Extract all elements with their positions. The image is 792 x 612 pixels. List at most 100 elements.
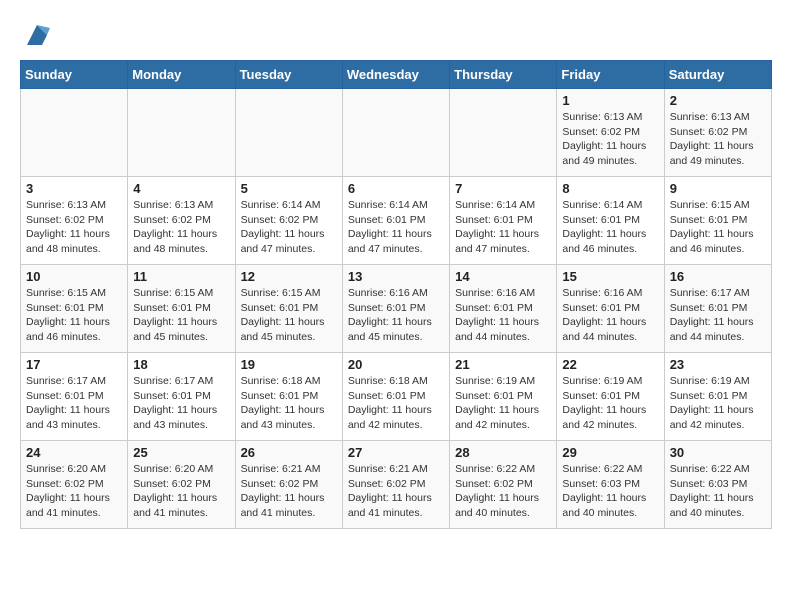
day-info: Sunrise: 6:22 AM Sunset: 6:03 PM Dayligh… — [562, 462, 658, 521]
weekday-header-friday: Friday — [557, 61, 664, 89]
day-info: Sunrise: 6:17 AM Sunset: 6:01 PM Dayligh… — [133, 374, 229, 433]
day-info: Sunrise: 6:14 AM Sunset: 6:01 PM Dayligh… — [348, 198, 444, 257]
day-info: Sunrise: 6:21 AM Sunset: 6:02 PM Dayligh… — [241, 462, 337, 521]
day-number: 26 — [241, 445, 337, 460]
day-number: 7 — [455, 181, 551, 196]
calendar-week-3: 10 Sunrise: 6:15 AM Sunset: 6:01 PM Dayli… — [21, 265, 772, 353]
calendar-cell: 12Sunrise: 6:15 AM Sunset: 6:01 PM Dayli… — [235, 265, 342, 353]
day-info: Sunrise: 6:15 AM Sunset: 6:01 PM Dayligh… — [26, 286, 122, 345]
logo-icon — [22, 20, 52, 50]
day-number: 24 — [26, 445, 122, 460]
weekday-header-thursday: Thursday — [450, 61, 557, 89]
calendar-cell: 11Sunrise: 6:15 AM Sunset: 6:01 PM Dayli… — [128, 265, 235, 353]
calendar-cell: 10 Sunrise: 6:15 AM Sunset: 6:01 PM Dayli… — [21, 265, 128, 353]
day-info: Sunrise: 6:13 AM Sunset: 6:02 PM Dayligh… — [670, 110, 766, 169]
calendar-cell: 16Sunrise: 6:17 AM Sunset: 6:01 PM Dayli… — [664, 265, 771, 353]
calendar-cell: 19 Sunrise: 6:18 AM Sunset: 6:01 PM Dayli… — [235, 353, 342, 441]
day-number: 11 — [133, 269, 229, 284]
calendar-cell: 22 Sunrise: 6:19 AM Sunset: 6:01 PM Dayli… — [557, 353, 664, 441]
day-number: 6 — [348, 181, 444, 196]
day-info: Sunrise: 6:16 AM Sunset: 6:01 PM Dayligh… — [348, 286, 444, 345]
weekday-header-saturday: Saturday — [664, 61, 771, 89]
calendar-cell — [128, 89, 235, 177]
calendar-cell: 14 Sunrise: 6:16 AM Sunset: 6:01 PM Dayli… — [450, 265, 557, 353]
day-number: 17 — [26, 357, 122, 372]
day-info: Sunrise: 6:18 AM Sunset: 6:01 PM Dayligh… — [241, 374, 337, 433]
day-info: Sunrise: 6:14 AM Sunset: 6:01 PM Dayligh… — [562, 198, 658, 257]
calendar-week-4: 17 Sunrise: 6:17 AM Sunset: 6:01 PM Dayli… — [21, 353, 772, 441]
day-number: 29 — [562, 445, 658, 460]
day-info: Sunrise: 6:14 AM Sunset: 6:01 PM Dayligh… — [455, 198, 551, 257]
calendar-cell: 6 Sunrise: 6:14 AM Sunset: 6:01 PM Daylig… — [342, 177, 449, 265]
day-number: 21 — [455, 357, 551, 372]
day-number: 27 — [348, 445, 444, 460]
day-number: 19 — [241, 357, 337, 372]
day-number: 15 — [562, 269, 658, 284]
day-number: 12 — [241, 269, 337, 284]
day-number: 18 — [133, 357, 229, 372]
calendar-week-2: 3 Sunrise: 6:13 AM Sunset: 6:02 PM Daylig… — [21, 177, 772, 265]
day-info: Sunrise: 6:17 AM Sunset: 6:01 PM Dayligh… — [26, 374, 122, 433]
day-info: Sunrise: 6:16 AM Sunset: 6:01 PM Dayligh… — [562, 286, 658, 345]
calendar-body: 1Sunrise: 6:13 AM Sunset: 6:02 PM Daylig… — [21, 89, 772, 529]
calendar-cell: 4 Sunrise: 6:13 AM Sunset: 6:02 PM Daylig… — [128, 177, 235, 265]
day-info: Sunrise: 6:21 AM Sunset: 6:02 PM Dayligh… — [348, 462, 444, 521]
day-number: 2 — [670, 93, 766, 108]
day-number: 16 — [670, 269, 766, 284]
day-info: Sunrise: 6:22 AM Sunset: 6:02 PM Dayligh… — [455, 462, 551, 521]
day-number: 28 — [455, 445, 551, 460]
day-info: Sunrise: 6:20 AM Sunset: 6:02 PM Dayligh… — [133, 462, 229, 521]
day-number: 4 — [133, 181, 229, 196]
calendar-cell: 17 Sunrise: 6:17 AM Sunset: 6:01 PM Dayli… — [21, 353, 128, 441]
day-info: Sunrise: 6:19 AM Sunset: 6:01 PM Dayligh… — [670, 374, 766, 433]
calendar-cell: 18 Sunrise: 6:17 AM Sunset: 6:01 PM Dayli… — [128, 353, 235, 441]
day-info: Sunrise: 6:22 AM Sunset: 6:03 PM Dayligh… — [670, 462, 766, 521]
calendar-cell — [450, 89, 557, 177]
calendar-cell: 13 Sunrise: 6:16 AM Sunset: 6:01 PM Dayli… — [342, 265, 449, 353]
day-info: Sunrise: 6:18 AM Sunset: 6:01 PM Dayligh… — [348, 374, 444, 433]
calendar-cell: 3 Sunrise: 6:13 AM Sunset: 6:02 PM Daylig… — [21, 177, 128, 265]
page-header — [20, 20, 772, 50]
calendar-header: SundayMondayTuesdayWednesdayThursdayFrid… — [21, 61, 772, 89]
day-info: Sunrise: 6:13 AM Sunset: 6:02 PM Dayligh… — [26, 198, 122, 257]
day-number: 30 — [670, 445, 766, 460]
calendar-cell: 28 Sunrise: 6:22 AM Sunset: 6:02 PM Dayli… — [450, 441, 557, 529]
calendar-table: SundayMondayTuesdayWednesdayThursdayFrid… — [20, 60, 772, 529]
day-number: 22 — [562, 357, 658, 372]
calendar-cell: 27 Sunrise: 6:21 AM Sunset: 6:02 PM Dayli… — [342, 441, 449, 529]
calendar-cell: 20Sunrise: 6:18 AM Sunset: 6:01 PM Dayli… — [342, 353, 449, 441]
calendar-cell: 7 Sunrise: 6:14 AM Sunset: 6:01 PM Daylig… — [450, 177, 557, 265]
day-number: 5 — [241, 181, 337, 196]
day-info: Sunrise: 6:13 AM Sunset: 6:02 PM Dayligh… — [133, 198, 229, 257]
calendar-cell: 5 Sunrise: 6:14 AM Sunset: 6:02 PM Daylig… — [235, 177, 342, 265]
calendar-cell: 23Sunrise: 6:19 AM Sunset: 6:01 PM Dayli… — [664, 353, 771, 441]
calendar-cell: 1Sunrise: 6:13 AM Sunset: 6:02 PM Daylig… — [557, 89, 664, 177]
calendar-cell: 30 Sunrise: 6:22 AM Sunset: 6:03 PM Dayli… — [664, 441, 771, 529]
day-info: Sunrise: 6:19 AM Sunset: 6:01 PM Dayligh… — [455, 374, 551, 433]
day-number: 10 — [26, 269, 122, 284]
calendar-cell — [21, 89, 128, 177]
logo — [20, 20, 52, 50]
day-info: Sunrise: 6:15 AM Sunset: 6:01 PM Dayligh… — [670, 198, 766, 257]
weekday-header-tuesday: Tuesday — [235, 61, 342, 89]
calendar-week-5: 24 Sunrise: 6:20 AM Sunset: 6:02 PM Dayli… — [21, 441, 772, 529]
calendar-cell — [235, 89, 342, 177]
calendar-cell: 24 Sunrise: 6:20 AM Sunset: 6:02 PM Dayli… — [21, 441, 128, 529]
weekday-header-monday: Monday — [128, 61, 235, 89]
calendar-cell: 29 Sunrise: 6:22 AM Sunset: 6:03 PM Dayli… — [557, 441, 664, 529]
day-number: 3 — [26, 181, 122, 196]
day-info: Sunrise: 6:16 AM Sunset: 6:01 PM Dayligh… — [455, 286, 551, 345]
weekday-row: SundayMondayTuesdayWednesdayThursdayFrid… — [21, 61, 772, 89]
weekday-header-wednesday: Wednesday — [342, 61, 449, 89]
calendar-cell: 9Sunrise: 6:15 AM Sunset: 6:01 PM Daylig… — [664, 177, 771, 265]
day-number: 13 — [348, 269, 444, 284]
day-info: Sunrise: 6:20 AM Sunset: 6:02 PM Dayligh… — [26, 462, 122, 521]
day-info: Sunrise: 6:19 AM Sunset: 6:01 PM Dayligh… — [562, 374, 658, 433]
calendar-cell: 26 Sunrise: 6:21 AM Sunset: 6:02 PM Dayli… — [235, 441, 342, 529]
calendar-cell: 25Sunrise: 6:20 AM Sunset: 6:02 PM Dayli… — [128, 441, 235, 529]
weekday-header-sunday: Sunday — [21, 61, 128, 89]
day-info: Sunrise: 6:14 AM Sunset: 6:02 PM Dayligh… — [241, 198, 337, 257]
calendar-cell: 15 Sunrise: 6:16 AM Sunset: 6:01 PM Dayli… — [557, 265, 664, 353]
calendar-week-1: 1Sunrise: 6:13 AM Sunset: 6:02 PM Daylig… — [21, 89, 772, 177]
day-number: 14 — [455, 269, 551, 284]
